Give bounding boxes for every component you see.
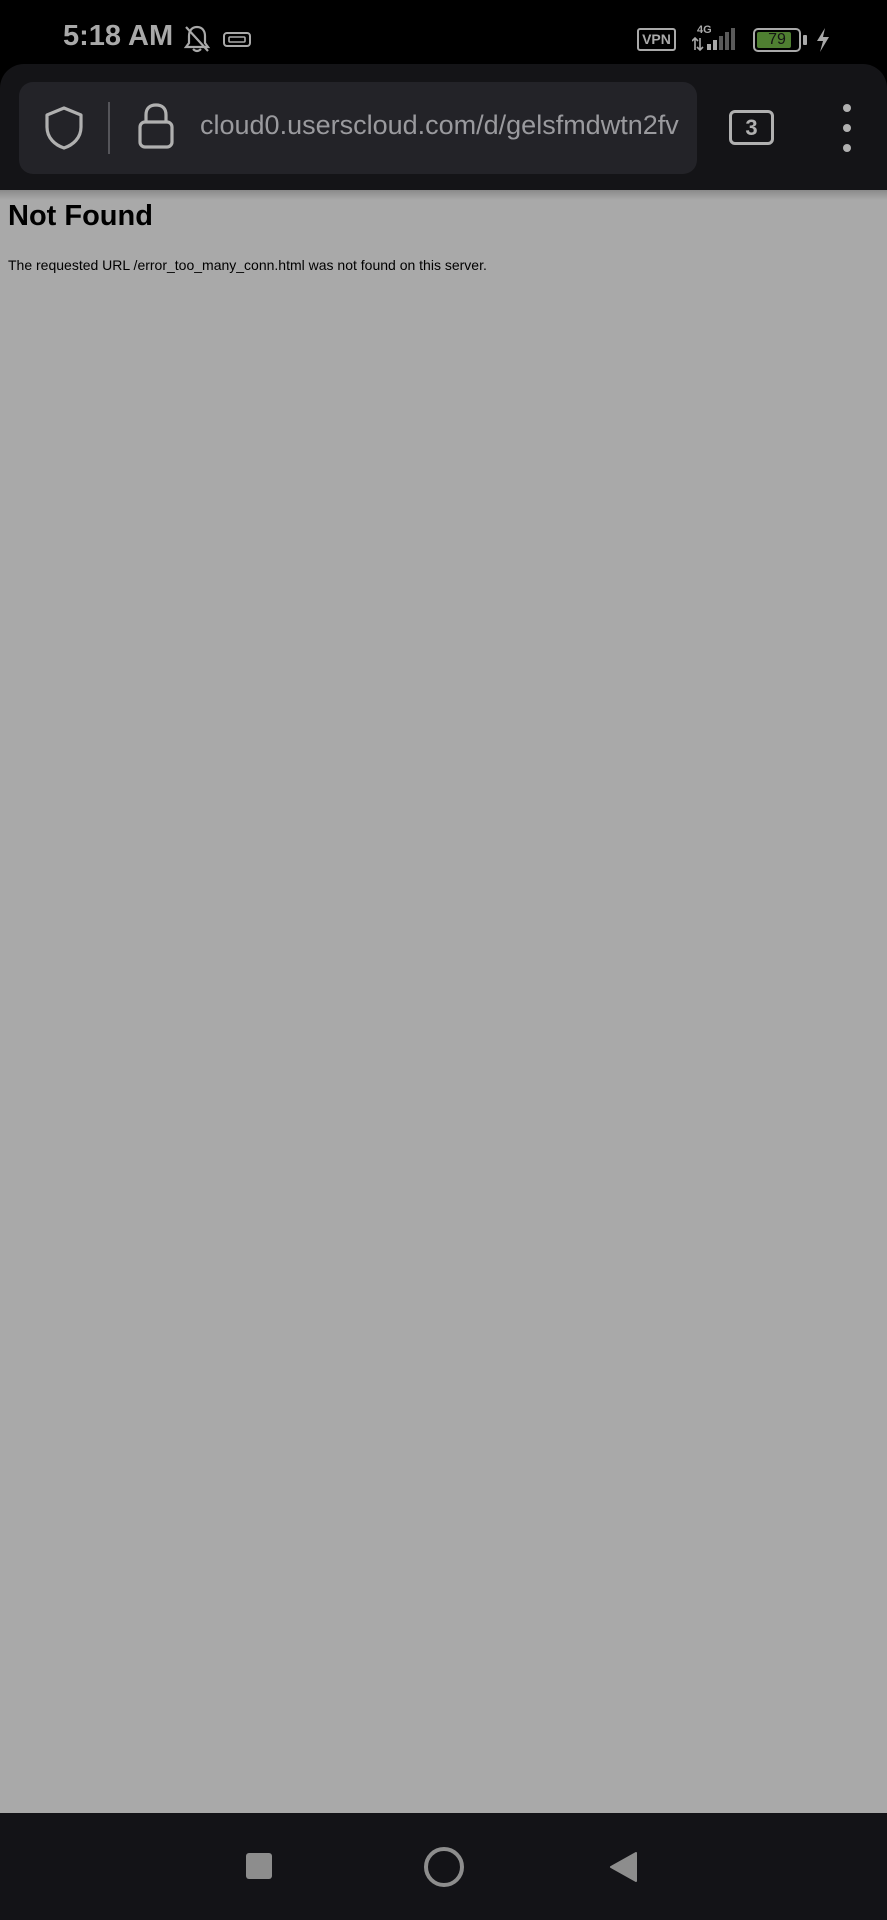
vpn-indicator: VPN <box>637 28 676 51</box>
more-vert-icon[interactable] <box>834 104 860 152</box>
recents-icon[interactable] <box>246 1853 272 1879</box>
bell-off-icon <box>183 25 211 53</box>
address-bar-divider <box>108 102 110 154</box>
content-top-shadow <box>0 190 887 200</box>
battery-nub <box>803 35 807 45</box>
web-page-content: Not Found The requested URL /error_too_m… <box>0 190 887 1813</box>
page-title: Not Found <box>8 200 153 232</box>
address-bar[interactable]: cloud0.userscloud.com/d/gelsfmdwtn2fv <box>19 82 697 174</box>
tab-count-button[interactable]: 3 <box>729 110 774 145</box>
signal-icon <box>692 28 735 52</box>
hdmi-icon <box>223 32 251 47</box>
charging-icon <box>817 28 829 52</box>
status-time: 5:18 AM <box>63 20 174 52</box>
back-icon[interactable] <box>608 1851 638 1883</box>
status-bar: 5:18 AM VPN 4G 79 <box>0 0 887 64</box>
shield-icon[interactable] <box>43 105 85 151</box>
system-nav-bar <box>0 1813 887 1920</box>
error-message: The requested URL /error_too_many_conn.h… <box>8 257 487 273</box>
url-text[interactable]: cloud0.userscloud.com/d/gelsfmdwtn2fv <box>200 110 685 150</box>
browser-toolbar: cloud0.userscloud.com/d/gelsfmdwtn2fv 3 <box>0 64 887 190</box>
lock-icon[interactable] <box>136 102 176 150</box>
home-icon[interactable] <box>424 1847 464 1887</box>
battery-icon: 79 <box>753 28 801 52</box>
battery-level: 79 <box>768 31 786 48</box>
